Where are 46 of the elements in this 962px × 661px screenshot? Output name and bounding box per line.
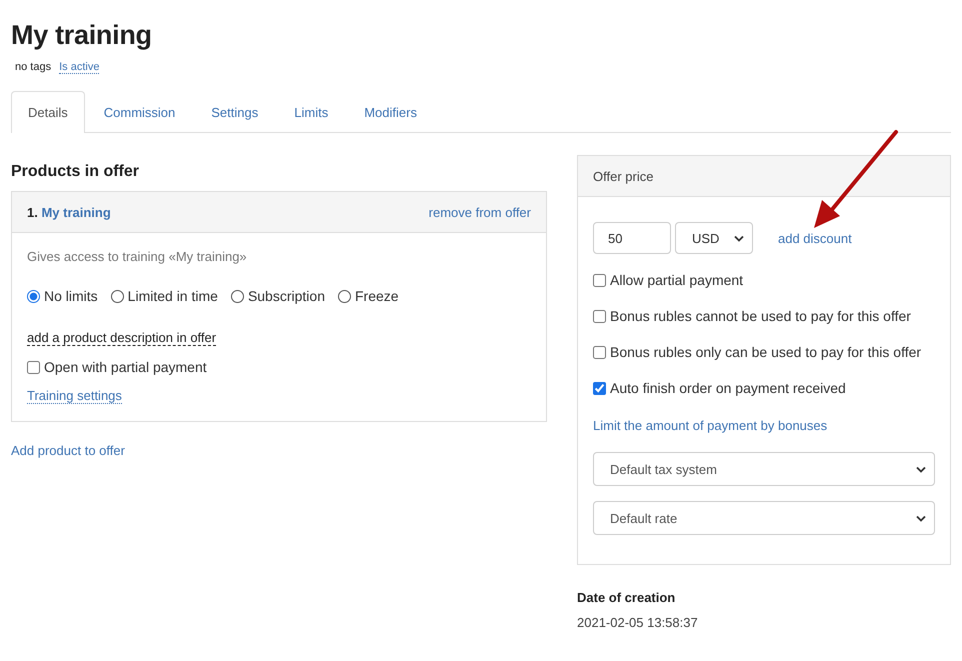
tags-label: no tags bbox=[15, 61, 52, 74]
checkbox-label: Bonus rubles only can be used to pay for this offer bbox=[610, 344, 922, 360]
radio-label: Freeze bbox=[354, 288, 399, 304]
rate-select[interactable]: Default rate bbox=[593, 501, 935, 535]
radio-label: No limits bbox=[44, 288, 98, 304]
checkbox-label: Open with partial payment bbox=[44, 359, 207, 375]
page-title: My training bbox=[11, 20, 153, 51]
date-value: 2021-02-05 13:58:37 bbox=[577, 615, 698, 630]
checkbox[interactable] bbox=[593, 274, 606, 286]
bonus-limit-link[interactable]: Limit the amount of payment by bonuses bbox=[593, 418, 935, 433]
product-link[interactable]: My training bbox=[41, 204, 111, 220]
add-product-link[interactable]: Add product to offer bbox=[11, 443, 125, 458]
checkbox-label: Bonus rubles cannot be used to pay for this offer bbox=[610, 308, 911, 324]
radio-label: Subscription bbox=[248, 288, 325, 304]
tab[interactable]: Settings bbox=[194, 91, 276, 132]
remove-link[interactable]: remove from offer bbox=[428, 204, 531, 220]
settings-link[interactable]: Training settings bbox=[27, 388, 122, 404]
tax-system-select[interactable]: Default tax system bbox=[593, 452, 935, 486]
checkbox[interactable] bbox=[593, 382, 606, 394]
tab[interactable]: Limits bbox=[277, 91, 346, 132]
date-label: Date of creation bbox=[577, 590, 676, 605]
caret-icon bbox=[916, 514, 926, 522]
panel-header: Offer price bbox=[578, 156, 950, 197]
tab[interactable]: Modifiers bbox=[347, 91, 434, 132]
checkbox-label: Allow partial payment bbox=[610, 272, 744, 288]
section-heading: Products in offer bbox=[11, 163, 140, 181]
caret-icon bbox=[734, 234, 744, 242]
radio-label: Limited in time bbox=[128, 288, 218, 304]
status-link[interactable]: Is active bbox=[59, 61, 100, 74]
tab[interactable]: Commission bbox=[86, 91, 192, 132]
checkbox[interactable] bbox=[27, 360, 40, 374]
tab[interactable]: Details bbox=[11, 91, 85, 133]
description-link[interactable]: add a product description in offer bbox=[27, 330, 216, 346]
radio-button[interactable] bbox=[230, 290, 244, 302]
add-discount-link[interactable]: add discount bbox=[778, 230, 852, 246]
checkbox[interactable] bbox=[593, 346, 606, 358]
radio-button[interactable] bbox=[338, 290, 351, 302]
item-number: 1. bbox=[27, 204, 38, 220]
checkbox[interactable] bbox=[593, 310, 606, 322]
radio-button[interactable] bbox=[27, 290, 40, 302]
currency-select[interactable]: USD bbox=[675, 222, 753, 254]
caret-icon bbox=[916, 466, 926, 472]
checkbox-label: Auto finish order on payment received bbox=[610, 380, 846, 396]
radio-button[interactable] bbox=[110, 290, 124, 302]
price-input[interactable]: 50 bbox=[593, 222, 671, 254]
access-text: Gives access to training «My training» bbox=[27, 249, 248, 264]
